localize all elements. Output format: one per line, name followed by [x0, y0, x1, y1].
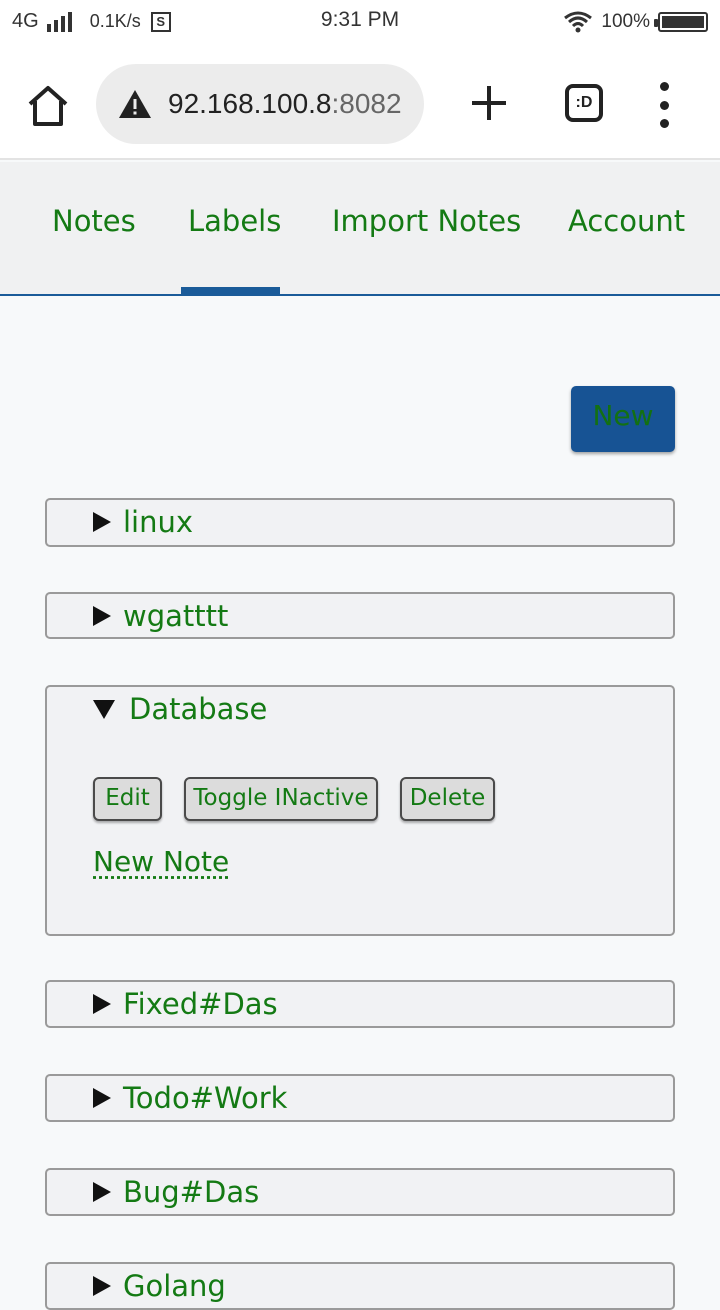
label-card[interactable]: wgatttt	[45, 592, 675, 639]
more-vert-icon[interactable]	[650, 82, 678, 128]
battery-icon	[654, 12, 708, 32]
label-card[interactable]: Bug#Das	[45, 1168, 675, 1216]
url-host: 92.168.100.8	[168, 88, 332, 119]
expand-arrow-icon[interactable]	[93, 1276, 111, 1296]
label-card-expanded[interactable]: Database Edit Toggle INactive Delete New…	[45, 685, 675, 936]
home-icon[interactable]	[24, 82, 72, 130]
label-summary[interactable]: Golang	[93, 1264, 226, 1308]
label-name: Golang	[123, 1269, 226, 1303]
new-label-button[interactable]: New	[571, 386, 675, 452]
label-card[interactable]: Todo#Work	[45, 1074, 675, 1122]
label-name: Database	[129, 692, 268, 726]
expand-arrow-icon[interactable]	[93, 1182, 111, 1202]
label-summary[interactable]: Database	[93, 687, 267, 731]
label-card[interactable]: Golang	[45, 1262, 675, 1310]
label-name: linux	[123, 505, 194, 539]
collapse-arrow-icon[interactable]	[93, 699, 115, 719]
label-name: wgatttt	[123, 599, 229, 633]
tabs-icon[interactable]: :D	[565, 84, 603, 122]
label-summary[interactable]: Fixed#Das	[93, 982, 278, 1026]
battery-percent: 100%	[601, 11, 650, 32]
status-bar: 4G 0.1K/s S 9:31 PM 100%	[0, 0, 720, 44]
label-name: Todo#Work	[123, 1081, 288, 1115]
label-name: Fixed#Das	[123, 987, 278, 1021]
nav-account[interactable]: Account	[568, 204, 685, 238]
expand-arrow-icon[interactable]	[93, 606, 111, 626]
edit-button[interactable]: Edit	[93, 777, 162, 821]
label-summary[interactable]: linux	[93, 500, 193, 544]
nav-notes[interactable]: Notes	[52, 204, 136, 238]
plus-icon[interactable]	[468, 82, 510, 124]
nav-labels[interactable]: Labels	[188, 204, 281, 238]
expand-arrow-icon[interactable]	[93, 994, 111, 1014]
label-summary[interactable]: wgatttt	[93, 594, 228, 638]
nav-import-notes[interactable]: Import Notes	[332, 204, 521, 238]
wifi-icon	[564, 11, 593, 33]
address-bar[interactable]: 92.168.100.8:8082	[96, 64, 424, 144]
label-card[interactable]: linux	[45, 498, 675, 547]
status-right: 100%	[563, 10, 708, 34]
app-nav: Notes Labels Import Notes Account	[0, 162, 720, 296]
warning-icon[interactable]	[118, 89, 152, 119]
active-tab-indicator	[181, 287, 280, 294]
url-text[interactable]: 92.168.100.8:8082	[168, 88, 402, 120]
url-port: :8082	[331, 88, 402, 119]
label-summary[interactable]: Todo#Work	[93, 1076, 287, 1120]
label-name: Bug#Das	[123, 1175, 260, 1209]
label-card[interactable]: Fixed#Das	[45, 980, 675, 1028]
label-summary[interactable]: Bug#Das	[93, 1170, 259, 1214]
new-note-link[interactable]: New Note	[93, 845, 229, 878]
expand-arrow-icon[interactable]	[93, 1088, 111, 1108]
expand-arrow-icon[interactable]	[93, 512, 111, 532]
delete-button[interactable]: Delete	[400, 777, 495, 821]
toggle-inactive-button[interactable]: Toggle INactive	[184, 777, 378, 821]
browser-toolbar: 92.168.100.8:8082 :D	[0, 44, 720, 160]
